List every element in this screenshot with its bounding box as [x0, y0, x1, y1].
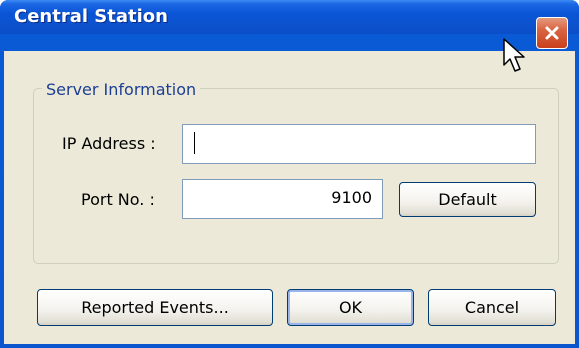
default-button-label: Default — [438, 190, 497, 209]
title-bar[interactable]: Central Station — [0, 0, 579, 49]
ok-button-label: OK — [338, 298, 363, 317]
ip-address-label: IP Address : — [62, 134, 156, 153]
reported-events-button-label: Reported Events... — [81, 298, 229, 317]
port-number-value: 9100 — [331, 188, 372, 207]
default-button[interactable]: Default — [399, 182, 536, 217]
cancel-button-label: Cancel — [464, 298, 520, 317]
port-number-label: Port No. : — [81, 190, 155, 209]
text-caret — [194, 132, 195, 154]
server-information-group — [33, 88, 559, 264]
ip-address-input[interactable] — [182, 124, 536, 164]
server-information-label: Server Information — [42, 80, 201, 99]
reported-events-button[interactable]: Reported Events... — [37, 289, 273, 326]
close-button[interactable] — [536, 17, 568, 49]
port-number-input[interactable]: 9100 — [182, 179, 383, 219]
mouse-cursor-icon — [503, 38, 525, 72]
close-icon — [545, 26, 559, 40]
window-title: Central Station — [14, 6, 168, 27]
ok-button[interactable]: OK — [287, 289, 414, 326]
cancel-button[interactable]: Cancel — [428, 289, 556, 326]
